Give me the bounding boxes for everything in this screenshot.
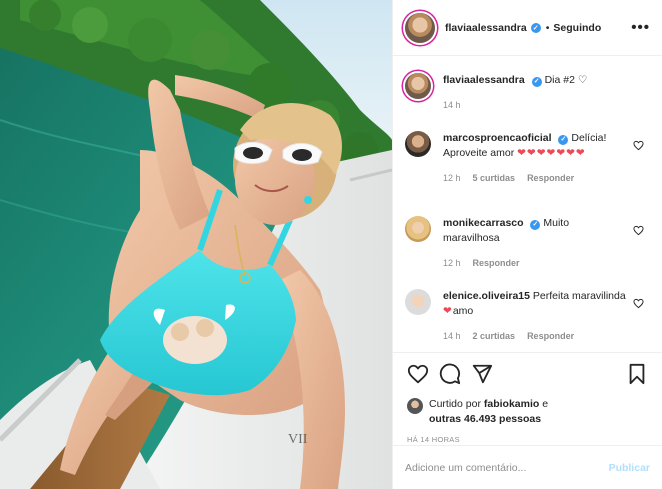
tattoo-text: VII (288, 432, 308, 447)
comment-icon[interactable] (439, 363, 461, 385)
comment-like-heart-icon[interactable] (633, 298, 644, 309)
following-button[interactable]: Seguindo (553, 22, 601, 34)
action-bar (407, 361, 648, 387)
post-sidebar: flaviaalessandra ✓ • Seguindo ••• flavia… (392, 0, 662, 489)
comment-time: 14 h (443, 331, 461, 341)
author-avatar[interactable] (405, 12, 435, 43)
caption-username[interactable]: flaviaalessandra (443, 74, 525, 86)
likes-others-link[interactable]: outras 46.493 pessoas (429, 413, 541, 425)
commenter-avatar[interactable] (405, 131, 431, 157)
post-actions: Curtido por fabiokamio e outras 46.493 p… (393, 352, 662, 444)
comment-body: monikecarrasco ✓ Muito maravilhosa 12 h … (443, 216, 650, 289)
reply-button[interactable]: Responder (527, 171, 574, 186)
verified-badge-icon: ✓ (530, 22, 541, 33)
heart-emoji: ❤ (443, 305, 453, 317)
comment-likes-link[interactable]: 2 curtidas (473, 329, 516, 344)
likes-prefix: Curtido por (429, 398, 481, 410)
verified-badge-icon: ✓ (530, 219, 541, 230)
comment-like-heart-icon[interactable] (633, 140, 644, 151)
comment-text-after: amo (452, 305, 474, 317)
heart-icon[interactable] (407, 363, 429, 385)
likes-summary: Curtido por fabiokamio e outras 46.493 p… (407, 397, 648, 427)
verified-badge-icon: ✓ (531, 76, 542, 87)
comment-meta: 12 h Responder (443, 256, 626, 271)
liker-username[interactable]: fabiokamio (484, 398, 539, 410)
commenter-avatar[interactable] (405, 216, 431, 242)
commenter-avatar[interactable] (405, 289, 431, 315)
caption: flaviaalessandra ✓ Dia #2 ♡ 14 h (405, 73, 650, 131)
comment-likes-link[interactable]: 5 curtidas (473, 171, 516, 186)
comment-meta: 12 h 5 curtidas Responder (443, 171, 626, 186)
comment-username[interactable]: marcosproencaoficial (443, 132, 552, 144)
caption-avatar[interactable] (405, 73, 431, 99)
comment-username[interactable]: monikecarrasco (443, 217, 524, 229)
likes-text: Curtido por fabiokamio e outras 46.493 p… (429, 397, 548, 427)
likes-conjunction: e (542, 398, 549, 410)
comment-input[interactable] (405, 461, 609, 474)
reply-button[interactable]: Responder (527, 329, 574, 344)
verified-badge-icon: ✓ (558, 134, 569, 145)
comments-list: flaviaalessandra ✓ Dia #2 ♡ 14 h marcosp… (393, 57, 662, 352)
comment-username[interactable]: elenice.oliveira15 (443, 290, 530, 302)
liker-avatar[interactable] (407, 398, 423, 414)
post-photo[interactable]: VII (0, 0, 392, 489)
more-options-icon[interactable]: ••• (631, 19, 650, 36)
instagram-post-modal: VII flaviaalessandra ✓ • Seguindo ••• fl… (0, 0, 662, 489)
comment-body: elenice.oliveira15 Perfeita maravilinda ❤… (443, 289, 650, 352)
post-header: flaviaalessandra ✓ • Seguindo ••• (393, 0, 662, 56)
share-icon[interactable] (471, 363, 493, 385)
bookmark-icon[interactable] (626, 363, 648, 385)
publish-button[interactable]: Publicar (609, 462, 650, 474)
author-name-row: flaviaalessandra ✓ • Seguindo (445, 22, 601, 34)
author-username[interactable]: flaviaalessandra (445, 22, 527, 34)
hearts-emoji: ❤❤❤❤❤❤❤ (517, 147, 586, 159)
caption-body: flaviaalessandra ✓ Dia #2 ♡ 14 h (443, 73, 650, 131)
caption-time: 14 h (443, 100, 461, 110)
follow-separator: • (545, 21, 550, 34)
post-photo-illustration: VII (0, 0, 392, 489)
reply-button[interactable]: Responder (473, 256, 520, 271)
comment-text: Perfeita maravilinda (532, 290, 626, 302)
caption-meta: 14 h (443, 98, 626, 113)
comment-item: monikecarrasco ✓ Muito maravilhosa 12 h … (405, 216, 650, 289)
post-timestamp[interactable]: HÁ 14 HORAS (407, 435, 648, 444)
comment-composer: Publicar (393, 445, 662, 489)
comment-meta: 14 h 2 curtidas Responder (443, 329, 626, 344)
comment-time: 12 h (443, 173, 461, 183)
comment-item: elenice.oliveira15 Perfeita maravilinda ❤… (405, 289, 650, 352)
comment-like-heart-icon[interactable] (633, 225, 644, 236)
comment-item: marcosproencaoficial ✓ Delícia! Aproveit… (405, 131, 650, 216)
comment-time: 12 h (443, 258, 461, 268)
comment-body: marcosproencaoficial ✓ Delícia! Aproveit… (443, 131, 650, 216)
caption-text: Dia #2 ♡ (544, 74, 588, 86)
